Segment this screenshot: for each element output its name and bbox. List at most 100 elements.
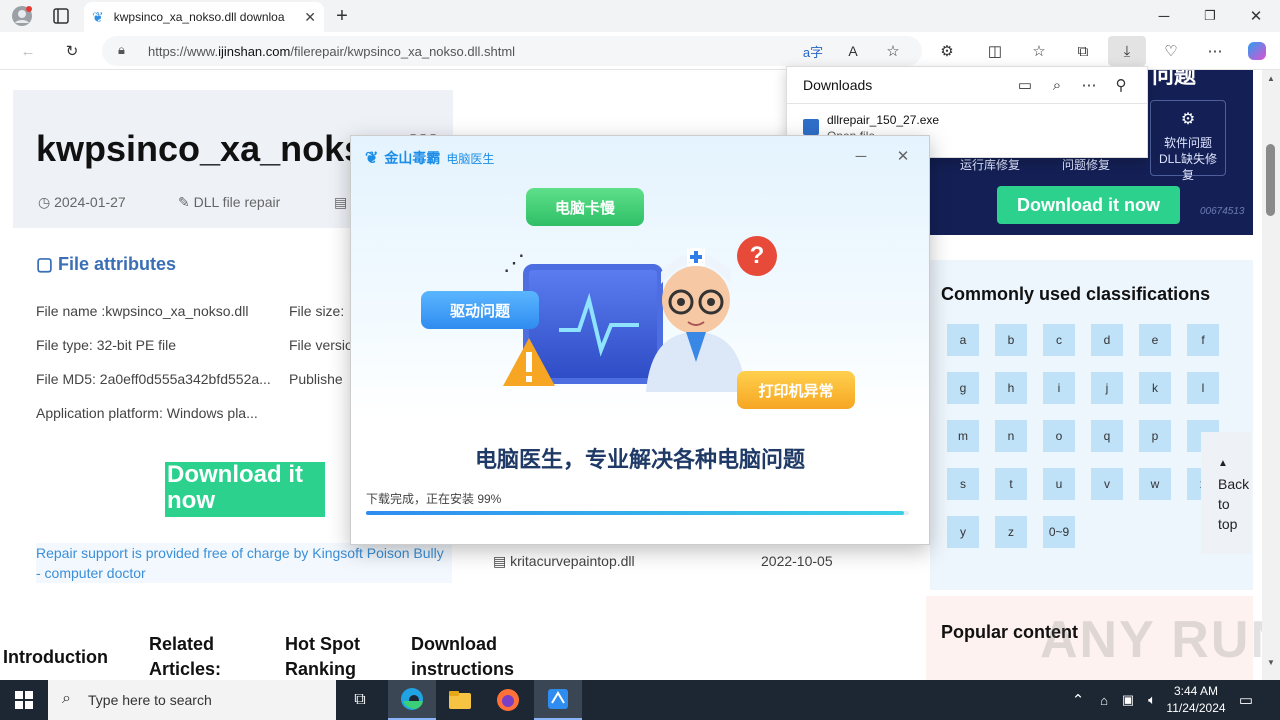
attr-file-md5: File MD5: 2a0eff0d555a342bfd552a... (36, 371, 271, 387)
network-icon[interactable]: ▣ (1118, 690, 1138, 710)
classification-item[interactable]: 0~9 (1043, 516, 1075, 548)
edge-taskbar-icon[interactable] (388, 680, 436, 720)
more-menu-icon[interactable]: ⋯ (1204, 40, 1226, 62)
search-placeholder: Type here to search (88, 692, 212, 708)
scroll-up-icon[interactable]: ▲ (1267, 74, 1275, 83)
install-progress-fill (366, 511, 904, 515)
clock-icon: ◷ (38, 194, 55, 210)
classification-item[interactable]: s (947, 468, 979, 500)
back-icon[interactable]: ← (16, 40, 40, 62)
firefox-icon[interactable] (484, 680, 532, 720)
classification-item[interactable]: f (1187, 324, 1219, 356)
classification-item[interactable]: a (947, 324, 979, 356)
refresh-icon[interactable]: ↻ (60, 40, 84, 62)
banner-download-button[interactable]: Download it now (997, 186, 1180, 224)
related-file-row[interactable]: ▤ kritacurvepaintop.dll 2022-10-05 (493, 553, 833, 570)
download-now-button[interactable]: Download it now (165, 462, 325, 517)
banner-item-runtime: 运行库修复 (960, 158, 1021, 172)
nav-introduction[interactable]: Introduction (3, 645, 108, 670)
attr-publisher: Publishe (289, 371, 343, 387)
new-tab-icon[interactable]: + (330, 4, 354, 28)
split-screen-icon[interactable]: ◫ (984, 40, 1006, 62)
favorites-icon[interactable]: ☆ (1028, 40, 1050, 62)
nav-hot-spot-ranking[interactable]: Hot Spot Ranking (285, 632, 385, 680)
extensions-icon[interactable]: ⚙ (936, 40, 958, 62)
classification-item[interactable]: b (995, 324, 1027, 356)
file-icon: ▤ (493, 553, 511, 569)
classification-item[interactable]: c (1043, 324, 1075, 356)
classification-item[interactable]: v (1091, 468, 1123, 500)
search-icon[interactable]: ⌕ (1047, 75, 1067, 95)
address-bar[interactable]: 🔒︎ https://www. ijinshan.com/filerepair/k… (102, 36, 922, 66)
minimize-icon[interactable]: ─ (1152, 4, 1176, 28)
classification-item[interactable]: o (1043, 420, 1075, 452)
installer-minimize-icon[interactable]: ─ (851, 146, 871, 166)
site-favicon-icon: ❦ (92, 8, 104, 25)
installer-taskbar-icon[interactable] (534, 680, 582, 720)
scrollbar-thumb[interactable] (1266, 144, 1275, 216)
classification-item[interactable]: z (995, 516, 1027, 548)
classification-item[interactable]: w (1139, 468, 1171, 500)
nav-related-articles[interactable]: Related Articles: (149, 632, 249, 680)
tray-chevron-icon[interactable]: ⌃ (1068, 690, 1088, 710)
collections-icon[interactable]: ⧉ (1072, 40, 1094, 62)
notifications-icon[interactable]: ▭ (1236, 690, 1256, 710)
back-to-top-button[interactable]: ▲ Back to top (1201, 432, 1251, 554)
related-file-date: 2022-10-05 (761, 553, 833, 569)
classification-item[interactable]: e (1139, 324, 1171, 356)
taskbar-search[interactable]: ⌕ Type here to search (48, 680, 336, 720)
gear-icon: ⚙ (1180, 111, 1196, 128)
classification-item[interactable]: j (1091, 372, 1123, 404)
classification-item[interactable]: p (1139, 420, 1171, 452)
classification-item[interactable]: d (1091, 324, 1123, 356)
classification-item[interactable]: m (947, 420, 979, 452)
install-status: 下载完成，正在安装 99% (366, 492, 502, 506)
start-button[interactable] (0, 680, 48, 720)
more-options-icon[interactable]: ⋯ (1079, 75, 1099, 95)
tray-device-icon[interactable]: ⌂ (1094, 690, 1114, 710)
classification-item[interactable]: k (1139, 372, 1171, 404)
copilot-icon[interactable] (1244, 38, 1270, 64)
profile-avatar-icon[interactable] (8, 4, 36, 28)
doctor-illustration (641, 242, 751, 392)
task-view-icon[interactable]: ⧉ (336, 680, 384, 720)
classification-item[interactable]: n (995, 420, 1027, 452)
classification-item[interactable]: t (995, 468, 1027, 500)
download-file-name[interactable]: dllrepair_150_27.exe (827, 113, 939, 127)
classification-item[interactable]: h (995, 372, 1027, 404)
translate-icon[interactable]: a字 (802, 40, 824, 62)
window-close-icon[interactable]: ✕ (1244, 4, 1268, 28)
browser-essentials-icon[interactable]: ♡ (1160, 40, 1182, 62)
taskbar-clock[interactable]: 3:44 AM 11/24/2024 (1166, 683, 1226, 717)
url-prefix: https://www. (148, 43, 219, 59)
classification-item[interactable]: q (1091, 420, 1123, 452)
pin-icon[interactable]: ⚲ (1111, 75, 1131, 95)
edit-icon: ✎ (178, 194, 194, 210)
watermark: ANY RUN (1040, 611, 1262, 669)
scroll-down-icon[interactable]: ▼ (1267, 658, 1275, 667)
brand-logo-icon: ❦ (365, 150, 379, 167)
active-tab[interactable]: ❦ kwpsinco_xa_nokso.dll downloa ✕ (84, 2, 324, 32)
open-folder-icon[interactable]: ▭ (1015, 75, 1035, 95)
tab-actions-icon[interactable] (48, 4, 74, 28)
category-meta[interactable]: ✎ DLL file repair (178, 194, 280, 211)
classification-item[interactable]: u (1043, 468, 1075, 500)
install-progress-track (366, 511, 909, 515)
page-scrollbar[interactable]: ▲ ▼ (1262, 70, 1280, 680)
brand-name: 金山毒霸 (384, 150, 441, 166)
favorite-star-icon[interactable]: ☆ (882, 40, 904, 62)
downloads-icon[interactable]: ⤓ (1108, 36, 1146, 66)
classification-item[interactable]: l (1187, 372, 1219, 404)
date-meta: ◷ 2024-01-27 (38, 194, 126, 211)
read-aloud-icon[interactable]: A (842, 40, 864, 62)
nav-download-instructions[interactable]: Download instructions (411, 632, 531, 680)
volume-icon[interactable]: 🔈︎ (1142, 690, 1162, 710)
restore-icon[interactable]: ❐ (1198, 4, 1222, 28)
repair-support-link[interactable]: Repair support is provided free of charg… (36, 543, 452, 583)
file-explorer-icon[interactable] (436, 680, 484, 720)
classification-item[interactable]: i (1043, 372, 1075, 404)
close-tab-icon[interactable]: ✕ (304, 9, 316, 26)
classification-item[interactable]: y (947, 516, 979, 548)
classification-item[interactable]: g (947, 372, 979, 404)
installer-close-icon[interactable]: ✕ (893, 146, 913, 166)
